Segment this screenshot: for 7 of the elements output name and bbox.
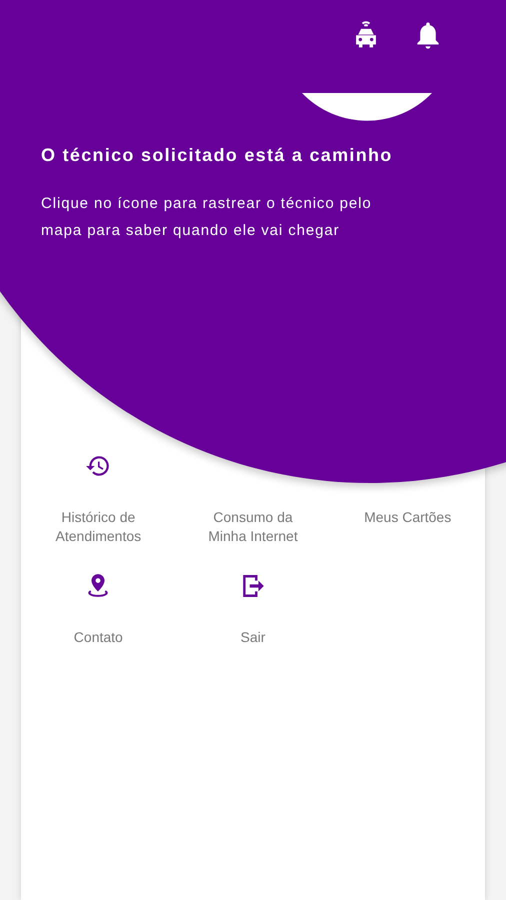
menu-item-label[interactable]: Meus Cartões (348, 508, 468, 527)
menu-item-label[interactable]: Sair (192, 628, 313, 647)
menu-item-label[interactable]: Consumo da Minha Internet (192, 508, 313, 546)
menu-item-label[interactable]: Contato (38, 628, 158, 647)
prompt-title: O técnico solicitado está a caminho (41, 145, 394, 166)
menu-item-label[interactable]: Histórico de Atendimentos (38, 508, 158, 546)
prompt-description: Clique no ícone para rastrear o técnico pelo mapa para saber quando ele vai chegar (41, 194, 373, 241)
